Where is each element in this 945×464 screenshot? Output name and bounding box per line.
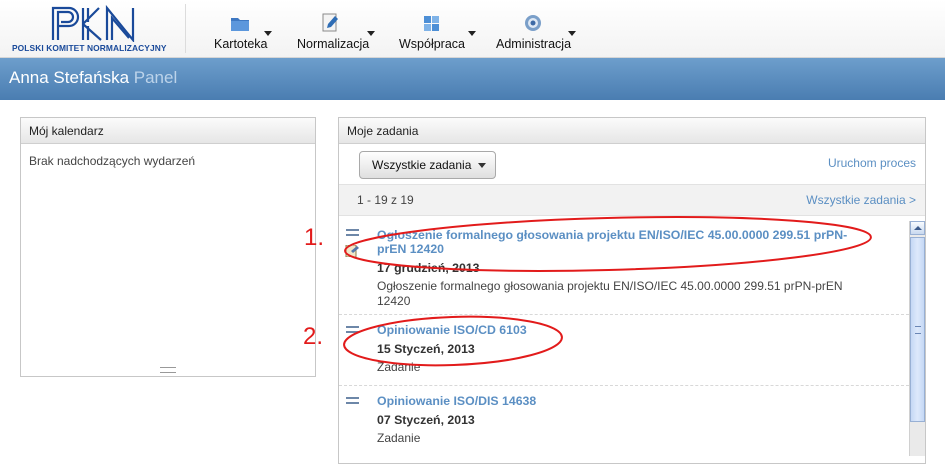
annotation-number-2: 2. xyxy=(303,323,324,350)
task-title-link[interactable]: Opiniowanie ISO/DIS 14638 xyxy=(377,394,857,408)
chevron-down-icon xyxy=(468,31,476,36)
all-tasks-link[interactable]: Wszystkie zadania > xyxy=(806,193,916,207)
calendar-empty-text: Brak nadchodzących wydarzeń xyxy=(29,154,196,168)
task-description: Zadanie xyxy=(377,431,421,445)
user-name: Anna Stefańska xyxy=(9,68,130,87)
task-filter-label: Wszystkie zadania xyxy=(372,158,472,172)
nav-wspolpraca[interactable]: Współpraca xyxy=(399,6,484,54)
nav-normalizacja[interactable]: Normalizacja xyxy=(297,6,382,54)
list-icon xyxy=(346,326,359,338)
logo-text: POLSKI KOMITET NORMALIZACYJNY xyxy=(12,43,167,53)
document-edit-icon xyxy=(322,13,338,32)
task-item[interactable]: Ogłoszenie formalnego głosowania projekt… xyxy=(339,218,909,315)
gear-icon xyxy=(525,15,541,31)
task-count-bar: 1 - 19 z 19 Wszystkie zadania > xyxy=(339,184,925,216)
chevron-down-icon xyxy=(568,31,576,36)
tasks-panel-header: Moje zadania xyxy=(339,118,925,144)
page-header: Anna Stefańska Panel xyxy=(0,58,945,100)
task-title-link[interactable]: Opiniowanie ISO/CD 6103 xyxy=(377,323,857,337)
annotation-number-1: 1. xyxy=(304,224,325,251)
task-date: 07 Styczeń, 2013 xyxy=(377,413,475,427)
calendar-panel: Mój kalendarz Brak nadchodzących wydarze… xyxy=(20,117,316,377)
task-list: Ogłoszenie formalnego głosowania projekt… xyxy=(339,218,909,458)
nav-label: Administracja xyxy=(496,37,572,51)
scrollbar-thumb[interactable] xyxy=(910,237,925,422)
task-title-link[interactable]: Ogłoszenie formalnego głosowania projekt… xyxy=(377,228,857,256)
scrollbar-grip xyxy=(915,326,921,334)
task-filter-dropdown[interactable]: Wszystkie zadania xyxy=(359,151,496,179)
chevron-down-icon xyxy=(478,163,486,168)
list-icon xyxy=(346,229,359,241)
task-count: 1 - 19 z 19 xyxy=(357,193,414,207)
task-description: Zadanie xyxy=(377,360,421,374)
tasks-panel: Moje zadania Wszystkie zadania Uruchom p… xyxy=(338,117,926,464)
task-description: Ogłoszenie formalnego głosowania projekt… xyxy=(377,279,843,308)
task-date: 15 Styczeń, 2013 xyxy=(377,342,475,356)
pkn-logo[interactable]: POLSKI KOMITET NORMALIZACYJNY xyxy=(12,4,184,54)
calendar-panel-header: Mój kalendarz xyxy=(21,118,315,144)
page-title-suffix: Panel xyxy=(133,68,178,87)
nav-label: Współpraca xyxy=(399,37,465,51)
nav-label: Kartoteka xyxy=(214,37,268,51)
scroll-up-arrow[interactable] xyxy=(910,221,925,235)
start-process-link[interactable]: Uruchom proces xyxy=(828,156,916,170)
calendar-title: Mój kalendarz xyxy=(29,124,104,138)
task-list-scrollbar[interactable] xyxy=(909,221,925,456)
chevron-down-icon xyxy=(367,31,375,36)
document-icon xyxy=(345,245,359,257)
chevron-down-icon xyxy=(264,31,272,36)
nav-administracja[interactable]: Administracja xyxy=(496,6,581,54)
nav-separator xyxy=(185,4,186,53)
tasks-title: Moje zadania xyxy=(347,124,419,138)
task-item[interactable]: Opiniowanie ISO/CD 6103 15 Styczeń, 2013… xyxy=(339,315,909,386)
puzzle-icon xyxy=(424,16,439,31)
task-date: 17 grudzień, 2013 xyxy=(377,261,480,275)
task-item[interactable]: Opiniowanie ISO/DIS 14638 07 Styczeń, 20… xyxy=(339,386,909,458)
list-icon xyxy=(346,397,359,409)
page-title: Anna Stefańska Panel xyxy=(9,68,177,88)
resize-handle[interactable] xyxy=(160,367,176,373)
folder-icon xyxy=(231,18,249,31)
top-navigation-bar: POLSKI KOMITET NORMALIZACYJNY Kartoteka … xyxy=(0,0,945,58)
pkn-logo-mark xyxy=(51,4,135,42)
nav-label: Normalizacja xyxy=(297,37,370,51)
nav-kartoteka[interactable]: Kartoteka xyxy=(214,6,284,54)
